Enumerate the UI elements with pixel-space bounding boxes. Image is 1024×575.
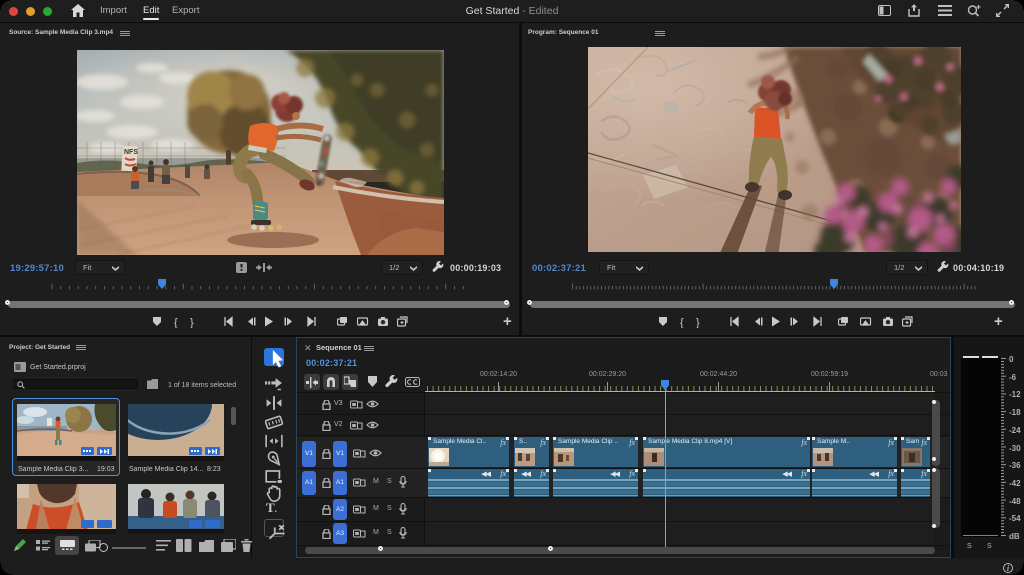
svg-text:}: }: [190, 317, 194, 328]
svg-text:{: {: [174, 317, 178, 328]
svg-text:}: }: [696, 317, 700, 328]
svg-text:{: {: [680, 317, 684, 328]
